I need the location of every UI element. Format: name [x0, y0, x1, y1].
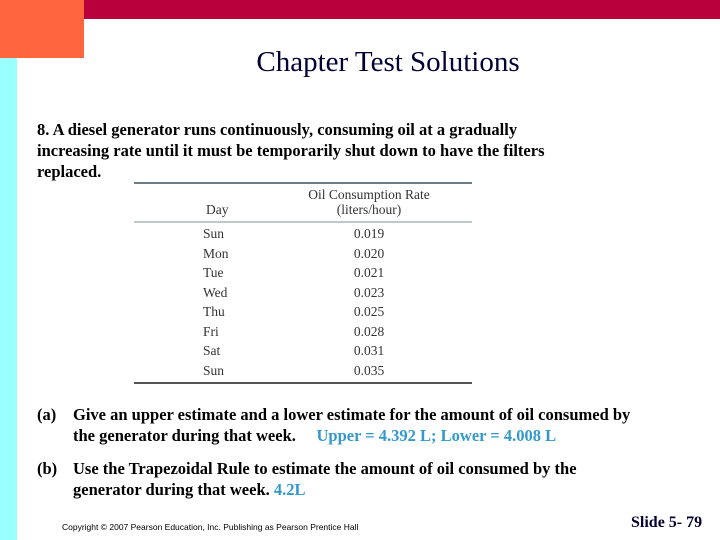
row-day: Sun: [203, 226, 225, 241]
row-rate: 0.019: [353, 226, 385, 241]
row-day: Sun: [203, 362, 225, 378]
row-day: Mon: [203, 245, 229, 261]
row-rate: 0.031: [353, 343, 385, 358]
copyright-notice: Copyright © 2007 Pearson Education, Inc.…: [62, 522, 359, 532]
row-rate: 0.025: [353, 304, 385, 319]
table-top-rule: [134, 182, 472, 184]
table-row: Sat 0.031: [134, 343, 472, 363]
header-day: Day: [206, 202, 229, 217]
table-row: Sun 0.019: [134, 226, 472, 246]
table-row: Wed 0.023: [134, 285, 472, 305]
part-b-answer: 4.2L: [273, 480, 306, 499]
part-b-line2: generator during that week.: [73, 480, 270, 499]
row-rate: 0.028: [353, 323, 385, 339]
table-row: Mon 0.020: [134, 246, 472, 266]
table-row: Tue 0.021: [134, 265, 472, 285]
row-day: Sat: [203, 343, 221, 358]
row-rate: 0.035: [353, 362, 385, 378]
row-rate: 0.023: [353, 284, 385, 300]
top-decorative-bar: [84, 0, 720, 19]
table-row: Thu 0.025: [134, 304, 472, 324]
part-a-answer: Upper = 4.392 L; Lower = 4.008 L: [316, 426, 557, 445]
part-b-line1: Use the Trapezoidal Rule to estimate the…: [73, 459, 577, 478]
row-rate: 0.020: [353, 245, 385, 261]
row-day: Fri: [203, 323, 219, 339]
header-rate: Oil Consumption Rate: [308, 187, 430, 202]
part-a-line1: Give an upper estimate and a lower estim…: [73, 405, 631, 424]
table-row: Fri 0.028: [134, 324, 472, 344]
slide-number: Slide 5- 79: [631, 514, 703, 531]
part-a-label: (a): [37, 405, 57, 424]
header-rate-unit: (liters/hour): [336, 202, 402, 217]
row-day: Tue: [203, 265, 224, 280]
part-a-line2: the generator during that week.: [73, 426, 296, 445]
table-row: Sun 0.035: [134, 363, 472, 383]
table-bottom-rule: [134, 382, 472, 384]
part-b-label: (b): [37, 459, 58, 478]
row-day: Wed: [203, 284, 228, 300]
table-header-rule: [134, 221, 472, 223]
row-day: Thu: [203, 304, 225, 319]
side-decorative-bar: [0, 58, 17, 540]
slide-title: Chapter Test Solutions: [256, 46, 520, 78]
question-text: 8. A diesel generator runs continuously,…: [37, 120, 545, 181]
row-rate: 0.021: [353, 265, 385, 280]
